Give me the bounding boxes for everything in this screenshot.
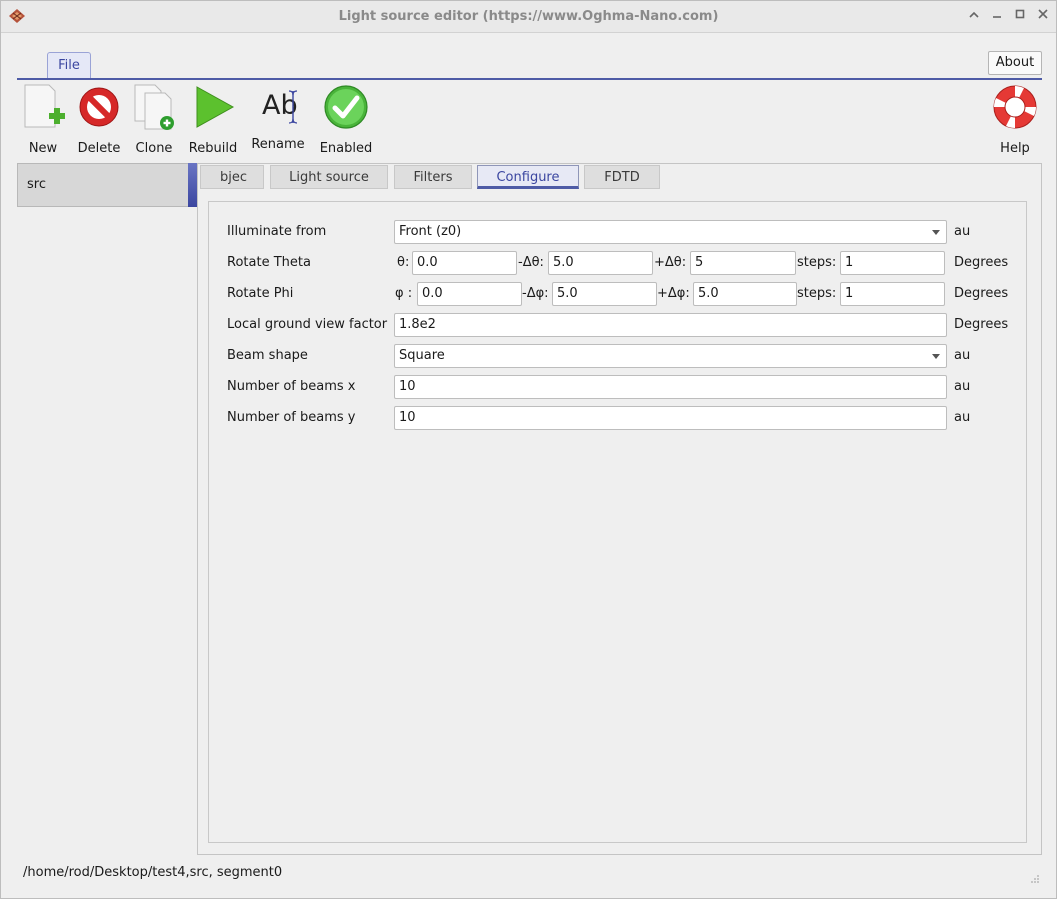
beam-shape-select[interactable]: Square [394, 344, 947, 368]
tab-configure[interactable]: Configure [477, 165, 579, 189]
window: Light source editor (https://www.Oghma-N… [0, 0, 1057, 899]
tab-light-source[interactable]: Light source [270, 165, 388, 189]
checkmark-icon [324, 85, 368, 129]
new-file-icon [24, 84, 65, 128]
editor-panel: bjec Light source Filters Configure FDTD… [197, 163, 1042, 855]
rebuild-button[interactable]: Rebuild [187, 83, 239, 156]
row-beams-x: Number of beams x 10 au [209, 373, 1028, 401]
beams-y-input[interactable]: 10 [394, 406, 947, 430]
rename-button[interactable]: Ab Rename [249, 83, 307, 152]
row-beam-shape: Beam shape Square au [209, 342, 1028, 370]
new-button[interactable]: New [19, 83, 67, 156]
resize-grip-icon[interactable] [1030, 874, 1040, 884]
window-shade-icon[interactable] [965, 7, 983, 25]
clone-icon [134, 84, 174, 130]
play-icon [196, 86, 235, 128]
rename-icon: Ab [262, 90, 298, 124]
help-button[interactable]: Help [991, 83, 1039, 156]
tab-fdtd[interactable]: FDTD [584, 165, 660, 189]
window-close-icon[interactable] [1034, 7, 1052, 25]
configure-pane: Illuminate from Front (z0) au Rotate The… [208, 201, 1027, 843]
phi-input[interactable]: 0.0 [417, 282, 522, 306]
window-title: Light source editor (https://www.Oghma-N… [338, 9, 719, 24]
delete-icon [79, 87, 119, 127]
tab-file[interactable]: File [47, 52, 91, 78]
source-list: src [17, 163, 197, 843]
clone-button[interactable]: Clone [131, 83, 177, 156]
row-ground-view-factor: Local ground view factor 1.8e2 Degrees [209, 311, 1028, 339]
about-button[interactable]: About [988, 51, 1042, 75]
row-rotate-theta: Rotate Theta θ: 0.0 -Δθ: 5.0 +Δθ: 5 step… [209, 249, 1028, 277]
lifebuoy-icon [993, 85, 1037, 129]
status-bar: /home/rod/Desktop/test4,src, segment0 [23, 865, 283, 880]
window-maximize-icon[interactable] [1011, 7, 1029, 25]
phi-steps-input[interactable]: 1 [840, 282, 945, 306]
row-beams-y: Number of beams y 10 au [209, 404, 1028, 432]
selection-marker [188, 163, 197, 207]
theta-minus-delta-input[interactable]: 5.0 [548, 251, 653, 275]
chevron-down-icon [932, 230, 940, 235]
phi-plus-delta-input[interactable]: 5.0 [693, 282, 797, 306]
theta-steps-input[interactable]: 1 [840, 251, 945, 275]
row-illuminate-from: Illuminate from Front (z0) au [209, 218, 1028, 246]
window-minimize-icon[interactable] [988, 7, 1006, 25]
title-bar[interactable]: Light source editor (https://www.Oghma-N… [1, 1, 1056, 33]
ribbon-tab-bar: File About [17, 51, 1042, 80]
theta-plus-delta-input[interactable]: 5 [690, 251, 796, 275]
tab-objects[interactable]: bjec [200, 165, 264, 189]
sidebar-item-src[interactable]: src [17, 163, 197, 207]
ground-view-factor-input[interactable]: 1.8e2 [394, 313, 947, 337]
chevron-down-icon [932, 354, 940, 359]
phi-minus-delta-input[interactable]: 5.0 [552, 282, 657, 306]
row-rotate-phi: Rotate Phi φ : 0.0 -Δφ: 5.0 +Δφ: 5.0 ste… [209, 280, 1028, 308]
theta-input[interactable]: 0.0 [412, 251, 517, 275]
tab-filters[interactable]: Filters [394, 165, 472, 189]
delete-button[interactable]: Delete [73, 83, 125, 156]
enabled-button[interactable]: Enabled [315, 83, 377, 156]
beams-x-input[interactable]: 10 [394, 375, 947, 399]
illuminate-from-select[interactable]: Front (z0) [394, 220, 947, 244]
